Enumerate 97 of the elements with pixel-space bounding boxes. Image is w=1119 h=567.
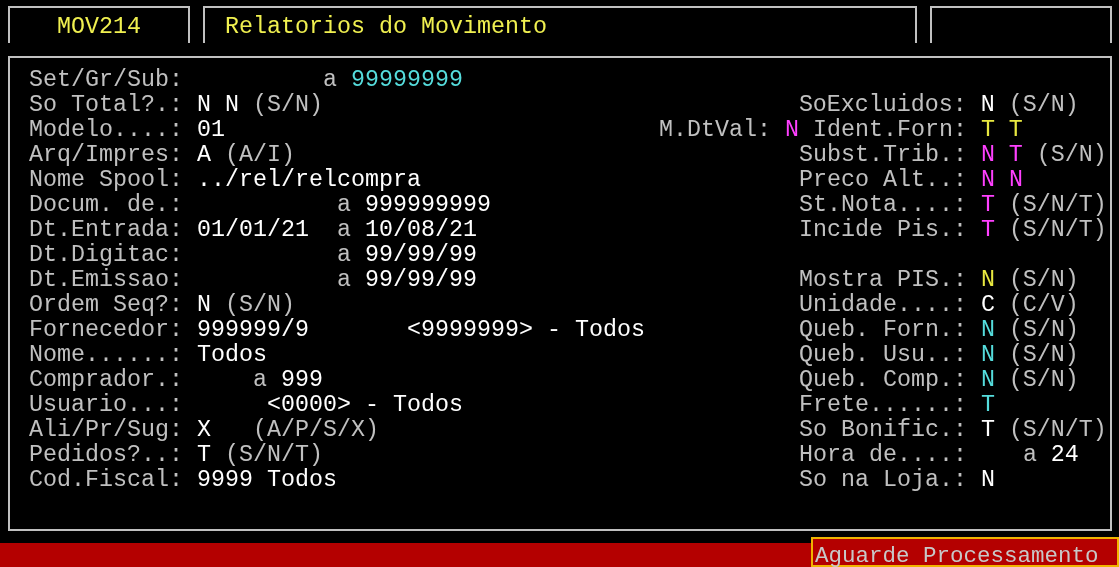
field-value: a: [1022, 443, 1037, 468]
field-value: a: [336, 268, 351, 293]
field-value: N: [980, 368, 995, 393]
field-value: 99999999: [350, 68, 463, 93]
field-value: N: [980, 343, 995, 368]
field-value: 99/99/99: [364, 268, 477, 293]
field-label: Dt.Entrada:: [29, 218, 183, 243]
field-label: So Total?.:: [29, 93, 183, 118]
field-value: (S/N): [1036, 143, 1107, 168]
field-value: N: [197, 293, 211, 318]
field-label: Ident.Forn:: [812, 118, 967, 143]
field-value: 99/99/99: [364, 243, 477, 268]
field-value: T: [1008, 143, 1023, 168]
field-value: (C/V): [1008, 293, 1079, 318]
field-label: Modelo....:: [29, 118, 183, 143]
field-label: Subst.Trib.:: [798, 143, 967, 168]
field-value: Todos: [197, 343, 267, 368]
field-value: (S/N): [1008, 268, 1079, 293]
field-value: ../rel/relcompra: [197, 168, 421, 193]
field-label: Fornecedor:: [29, 318, 183, 343]
field-value: (S/N/T): [1008, 218, 1107, 243]
field-value: a: [336, 193, 351, 218]
field-label: Queb. Usu..:: [798, 343, 967, 368]
field-label: St.Nota....:: [798, 193, 967, 218]
field-value: T: [980, 193, 995, 218]
field-value: 999999/9: [197, 318, 309, 343]
field-value: X: [197, 418, 211, 443]
field-value: N: [1008, 168, 1023, 193]
field-label: Usuario...:: [29, 393, 183, 418]
field-value: (S/N): [1008, 343, 1079, 368]
field-label: Arq/Impres:: [29, 143, 183, 168]
field-value: (S/N): [252, 93, 323, 118]
field-value: N: [980, 143, 995, 168]
field-value: T: [980, 418, 995, 443]
field-label: M.DtVal:: [658, 118, 771, 143]
field-value: N: [224, 93, 239, 118]
field-label: Cod.Fiscal:: [29, 468, 183, 493]
field-value: (S/N/T): [1008, 418, 1107, 443]
field-label: So Bonific.:: [798, 418, 967, 443]
screen-title: Relatorios do Movimento: [225, 15, 547, 40]
field-value: (S/N): [1008, 318, 1079, 343]
field-label: Ali/Pr/Sug:: [29, 418, 183, 443]
field-value: 01: [197, 118, 225, 143]
field-label: SoExcluidos:: [798, 93, 967, 118]
field-value: 999: [280, 368, 323, 393]
field-label: Hora de....:: [798, 443, 967, 468]
field-value: 9999 Todos: [197, 468, 337, 493]
field-label: Mostra PIS.:: [798, 268, 967, 293]
field-value: a: [322, 68, 337, 93]
field-value: N: [980, 168, 995, 193]
field-value: T: [197, 443, 211, 468]
field-label: Incide Pis.:: [798, 218, 967, 243]
field-value: N: [980, 318, 995, 343]
field-value: T: [980, 118, 995, 143]
field-value: T: [980, 393, 995, 418]
field-value: a: [253, 368, 267, 393]
field-label: Queb. Forn.:: [798, 318, 967, 343]
field-value: (S/N): [1008, 368, 1079, 393]
field-value: (S/N): [224, 293, 295, 318]
field-value: 24: [1050, 443, 1079, 468]
field-label: Dt.Emissao:: [29, 268, 183, 293]
field-label: Set/Gr/Sub:: [29, 68, 183, 93]
field-label: Docum. de.:: [29, 193, 183, 218]
field-label: Unidade....:: [798, 293, 967, 318]
field-value: T: [980, 218, 995, 243]
field-label: Nome Spool:: [29, 168, 183, 193]
field-value: N: [197, 93, 211, 118]
program-code: MOV214: [57, 15, 141, 40]
field-value: (A/P/S/X): [252, 418, 379, 443]
field-value: (S/N/T): [224, 443, 323, 468]
field-label: Queb. Comp.:: [798, 368, 967, 393]
status-message: Aguarde Processamento: [811, 537, 1119, 567]
field-value: A: [197, 143, 211, 168]
field-value: (S/N): [1008, 93, 1079, 118]
field-value: T: [1008, 118, 1023, 143]
field-label: Nome......:: [29, 343, 183, 368]
field-value: <0000> - Todos: [267, 393, 463, 418]
field-label: Preco Alt..:: [798, 168, 967, 193]
field-value: C: [980, 293, 995, 318]
field-value: N: [980, 468, 995, 493]
field-value: a: [336, 218, 351, 243]
field-label: Pedidos?..:: [29, 443, 183, 468]
field-label: Dt.Digitac:: [29, 243, 183, 268]
field-label: So na Loja.:: [798, 468, 967, 493]
field-value: N: [784, 118, 799, 143]
field-label: Comprador.:: [29, 368, 183, 393]
field-value: 999999999: [364, 193, 491, 218]
field-value: N: [980, 268, 995, 293]
field-label: Frete......:: [798, 393, 967, 418]
field-value: N: [980, 93, 995, 118]
field-value: <9999999> - Todos: [406, 318, 645, 343]
field-value: (A/I): [224, 143, 295, 168]
field-value: a: [336, 243, 351, 268]
field-label: Ordem Seq?:: [29, 293, 183, 318]
field-value: 10/08/21: [364, 218, 477, 243]
field-value: 01/01/21: [197, 218, 309, 243]
field-value: (S/N/T): [1008, 193, 1107, 218]
